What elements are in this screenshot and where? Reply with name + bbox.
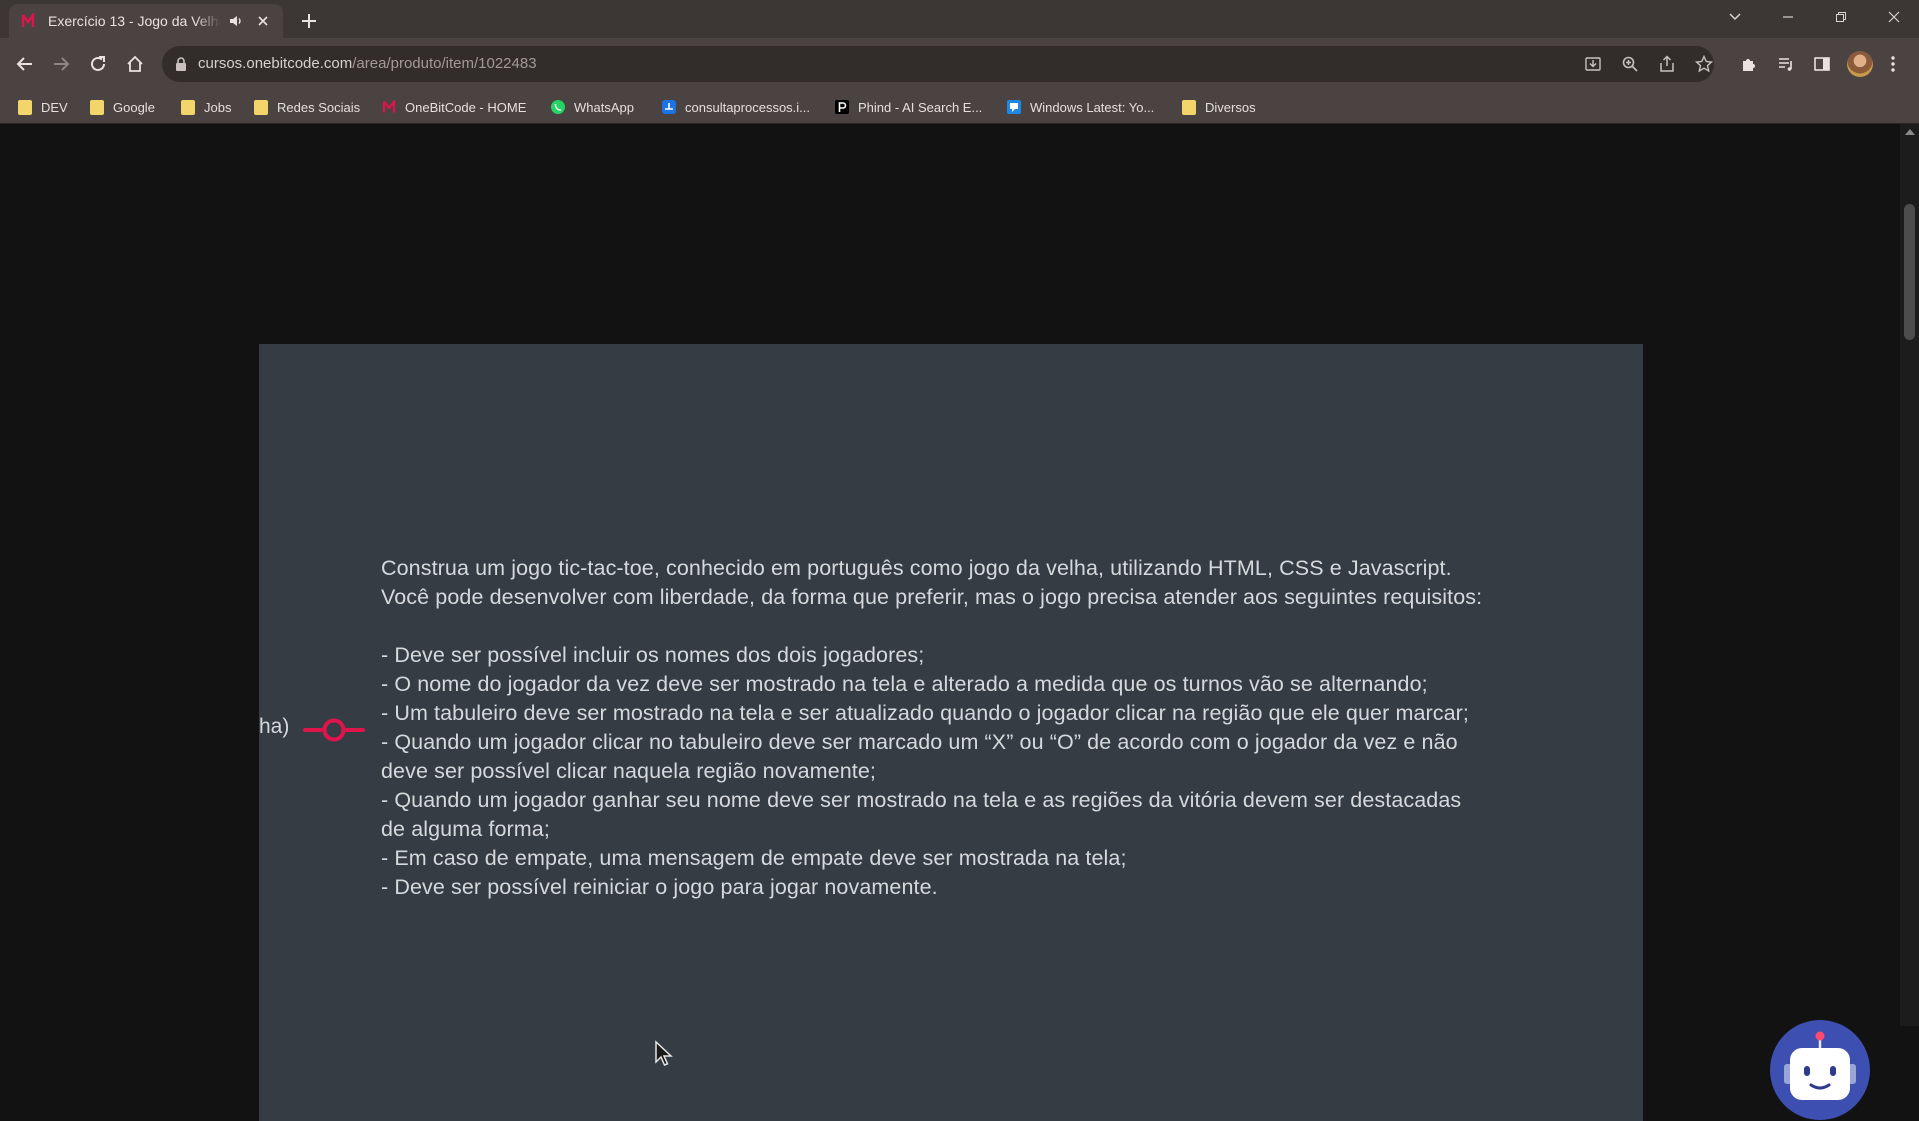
bookmark-phind[interactable]: Phind - AI Search E... — [834, 95, 982, 119]
install-app-icon[interactable] — [1582, 53, 1604, 75]
folder-icon — [17, 99, 33, 115]
bookmark-consultaprocessos[interactable]: consultaprocessos.i... — [661, 95, 810, 119]
bookmark-dev[interactable]: DEV — [17, 95, 68, 119]
bookmark-redes-sociais[interactable]: Redes Sociais — [253, 95, 360, 119]
whatsapp-icon — [550, 99, 566, 115]
lock-icon[interactable] — [172, 55, 190, 73]
requirement-line: - Deve ser possível incluir os nomes dos… — [381, 643, 925, 667]
video-player[interactable]: ha) Construa um jogo tic-tac-toe, conhec… — [259, 344, 1643, 1121]
bookmark-label: consultaprocessos.i... — [685, 99, 811, 115]
home-icon[interactable] — [120, 49, 150, 79]
phind-icon — [834, 99, 850, 115]
robot-icon — [1784, 1031, 1856, 1100]
bookmark-jobs[interactable]: Jobs — [180, 95, 231, 119]
url-host: cursos.onebitcode.com — [198, 55, 353, 72]
bookmarks-bar: DEV Google Jobs Redes Sociais OneBitCode… — [0, 90, 1919, 124]
restore-window-icon[interactable] — [1818, 0, 1864, 34]
requirement-line: - Em caso de empate, uma mensagem de emp… — [381, 846, 1127, 870]
close-tab-icon[interactable] — [253, 11, 273, 31]
page-content: ha) Construa um jogo tic-tac-toe, conhec… — [0, 124, 1900, 1121]
bookmark-diversos[interactable]: Diversos — [1181, 95, 1256, 119]
reload-icon[interactable] — [83, 49, 113, 79]
share-icon[interactable] — [1656, 53, 1678, 75]
scrollbar-thumb[interactable] — [1904, 204, 1915, 340]
chatbot-launcher-button[interactable] — [1770, 1020, 1870, 1120]
forward-icon[interactable] — [46, 49, 76, 79]
minimize-window-icon[interactable] — [1765, 0, 1811, 34]
browser-tab[interactable]: Exercício 13 - Jogo da Velha — [9, 4, 283, 38]
audio-playing-icon[interactable] — [227, 12, 245, 30]
requirement-line: - Deve ser possível reiniciar o jogo par… — [381, 875, 938, 899]
media-control-icon[interactable] — [1773, 51, 1799, 77]
address-bar[interactable]: cursos.onebitcode.com/area/produto/item/… — [162, 46, 1714, 82]
bookmark-label: Jobs — [204, 99, 232, 115]
bookmark-onebitcode-home[interactable]: OneBitCode - HOME — [381, 95, 526, 119]
bookmark-label: WhatsApp — [574, 99, 634, 115]
tab-strip: Exercício 13 - Jogo da Velha — [0, 0, 1919, 38]
close-window-icon[interactable] — [1871, 0, 1917, 34]
bookmark-label: DEV — [41, 99, 68, 115]
requirement-line: - Quando um jogador clicar no tabuleiro … — [381, 730, 1458, 754]
side-panel-icon[interactable] — [1809, 51, 1835, 77]
zoom-icon[interactable] — [1619, 53, 1641, 75]
page-scrollbar[interactable] — [1900, 124, 1919, 1026]
requirement-line: - O nome do jogador da vez deve ser most… — [381, 672, 1428, 696]
folder-icon — [180, 99, 196, 115]
extensions-icon[interactable] — [1736, 51, 1762, 77]
requirement-line: - Quando um jogador ganhar seu nome deve… — [381, 788, 1462, 812]
bookmark-label: Redes Sociais — [277, 99, 361, 115]
intro-line: Construa um jogo tic-tac-toe, conhecido … — [381, 556, 1452, 580]
tab-search-icon[interactable] — [1712, 0, 1758, 34]
profile-avatar[interactable] — [1847, 51, 1873, 77]
windowslatest-icon — [1006, 99, 1022, 115]
bookmark-google[interactable]: Google — [89, 95, 155, 119]
tab-title: Exercício 13 - Jogo da Velha — [48, 13, 221, 29]
bookmark-label: Google — [113, 99, 155, 115]
exercise-statement: Construa um jogo tic-tac-toe, conhecido … — [381, 554, 1621, 902]
intro-line: Você pode desenvolver com liberdade, da … — [381, 585, 1483, 609]
bookmark-label: Phind - AI Search E... — [858, 99, 983, 115]
url-text: cursos.onebitcode.com/area/produto/item/… — [198, 55, 537, 72]
consultaprocessos-icon — [661, 99, 677, 115]
bookmark-windows-latest[interactable]: Windows Latest: Yo... — [1006, 95, 1154, 119]
bookmark-star-icon[interactable] — [1693, 53, 1715, 75]
requirement-line: deve ser possível clicar naquela região … — [381, 759, 877, 783]
timeline-node-icon — [303, 718, 365, 742]
new-tab-button[interactable] — [296, 8, 322, 34]
bookmark-whatsapp[interactable]: WhatsApp — [550, 95, 634, 119]
requirement-line: - Um tabuleiro deve ser mostrado na tela… — [381, 701, 1470, 725]
requirement-line: de alguma forma; — [381, 817, 550, 841]
url-path: /area/produto/item/1022483 — [352, 55, 537, 72]
bookmark-label: Diversos — [1205, 99, 1256, 115]
onebitcode-icon — [381, 99, 397, 115]
menu-kebab-icon[interactable] — [1883, 51, 1903, 77]
bookmark-label: Windows Latest: Yo... — [1030, 99, 1155, 115]
mouse-cursor-icon — [655, 1040, 673, 1066]
scroll-up-arrow-icon[interactable] — [1905, 129, 1915, 135]
folder-icon — [1181, 99, 1197, 115]
browser-toolbar: cursos.onebitcode.com/area/produto/item/… — [0, 38, 1919, 90]
bookmark-label: OneBitCode - HOME — [405, 99, 527, 115]
back-icon[interactable] — [10, 49, 40, 79]
folder-icon — [253, 99, 269, 115]
onebitcode-favicon-icon — [19, 12, 37, 30]
partial-side-label: ha) — [259, 715, 290, 738]
folder-icon — [89, 99, 105, 115]
